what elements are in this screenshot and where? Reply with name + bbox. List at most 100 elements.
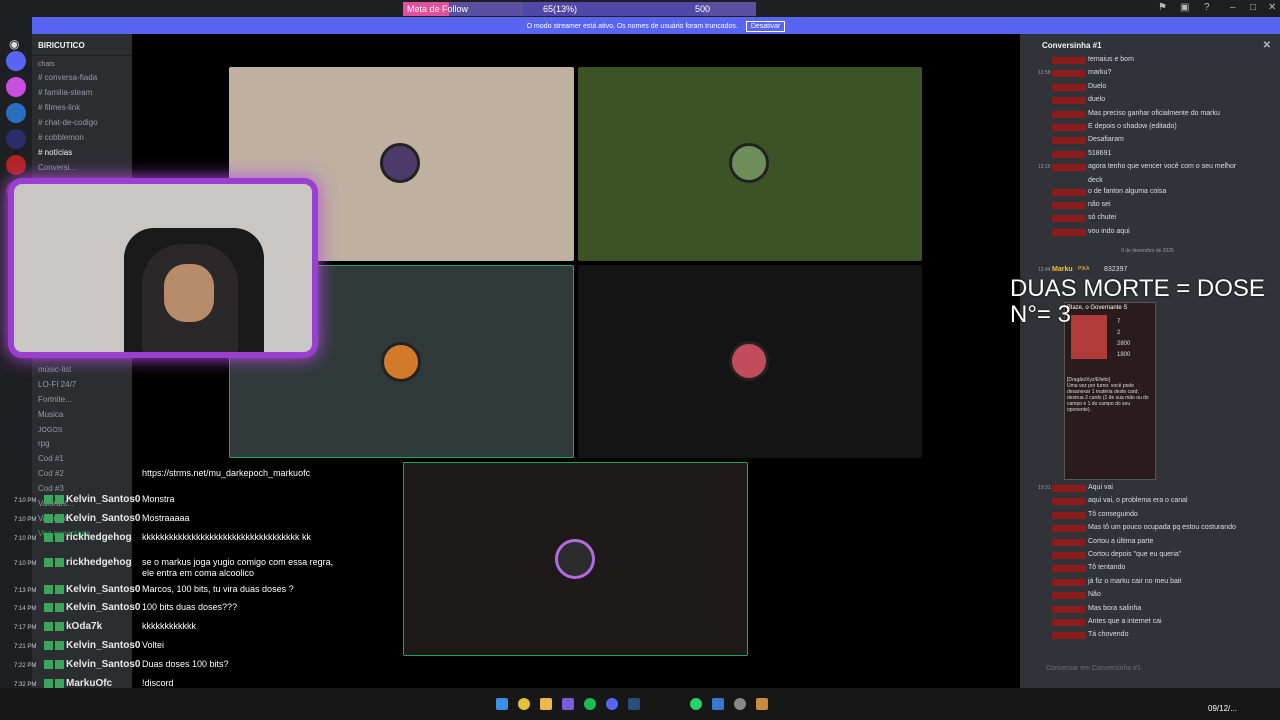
stream-chat-message: Monstra [142,494,175,504]
message-author-redacted[interactable] [1052,57,1086,64]
server-icon[interactable] [6,103,26,123]
close-chat-icon[interactable]: ✕ [1263,40,1271,51]
message-author-redacted[interactable] [1052,485,1086,492]
chat-header: Conversinha #1 ✕ [1020,34,1280,56]
message-text: Tô tentando [1088,564,1126,572]
message-text: Cortou a última parte [1088,537,1154,545]
participant-tile[interactable] [578,67,922,261]
message-text: aqui vai, o problema era o canal [1088,497,1188,505]
chat-username: kOda7k [66,621,103,632]
channel-item[interactable]: músic-list [32,362,132,377]
voice-channel-item[interactable]: Conversi... [32,160,132,175]
message-author-redacted[interactable] [1052,538,1086,546]
message-author-redacted[interactable] [1052,124,1086,131]
disable-streamer-mode-button[interactable]: Desativar [745,21,786,32]
voice-channel-item[interactable]: Musica [32,407,132,422]
app-icon[interactable] [756,698,768,710]
participant-tile[interactable] [578,265,922,458]
browser-icon[interactable] [518,698,530,710]
twitch-icon[interactable] [562,698,574,710]
card-embed[interactable]: Blaze, o Governante S 7 2 2800 1800 [Dra… [1064,302,1156,480]
card-stat: 2800 [1117,341,1131,347]
message-text: temaius e bom [1088,56,1134,63]
photos-icon[interactable] [712,698,724,710]
message-author-redacted[interactable] [1052,592,1086,600]
card-description: Uma vez por turno: você pode desanexar 1… [1067,383,1149,413]
message-author-redacted[interactable] [1052,97,1086,105]
spotify-icon[interactable] [584,698,596,710]
message-author-redacted[interactable] [1052,525,1086,533]
channel-item[interactable]: # cobblemon [32,130,132,145]
stream-chat-message: se o markus joga yugio comigo com essa r… [142,557,334,578]
inbox-icon[interactable]: ▣ [1180,2,1189,13]
message-author-redacted[interactable] [1052,164,1086,172]
message-time: 13:15 [1038,164,1051,171]
avatar [729,341,769,381]
message-author-redacted[interactable] [1052,552,1086,559]
stream-chat-line: 7:10 PM rickhedgehog [0,557,132,568]
channel-item[interactable]: # familia-steam [32,85,132,100]
chat-time: 7:22 PM [14,663,37,669]
message-author-redacted[interactable] [1052,110,1086,118]
chat-message: o de fanton alguma coisa [1020,188,1275,201]
taskbar-date: 09/12/... [1208,704,1237,713]
message-author-redacted[interactable] [1052,70,1086,78]
whatsapp-icon[interactable] [690,698,702,710]
chat-message: duelo [1020,96,1275,109]
discord-logo-icon[interactable]: ◉ [9,37,19,51]
close-icon[interactable]: ✕ [1268,2,1276,13]
voice-channel-item[interactable]: Fortnite... [32,392,132,407]
help-icon[interactable]: ? [1204,2,1210,13]
message-author-redacted[interactable] [1052,188,1086,196]
server-name[interactable]: BIRICUTICO [32,34,132,56]
category-jogos[interactable]: JOGOS [32,422,132,436]
message-author-redacted[interactable] [1052,498,1086,506]
channel-item[interactable]: # chat-de-codigo [32,115,132,130]
pin-icon[interactable]: ⚑ [1158,2,1167,13]
channel-item[interactable]: # conversa-fiada [32,70,132,85]
chat-title: Conversinha #1 [1042,41,1102,50]
discord-icon[interactable] [606,698,618,710]
server-icon[interactable] [6,51,26,71]
message-author-redacted[interactable] [1052,202,1086,209]
channel-item[interactable]: rpg [32,436,132,451]
minimize-icon[interactable]: – [1230,2,1236,13]
channel-item-noticias[interactable]: # notícias [32,145,132,160]
message-author-redacted[interactable] [1052,511,1086,519]
chat-input[interactable]: Conversar em Conversinha #1 [1032,660,1268,680]
category-chats[interactable]: chats [32,56,132,70]
message-text: Tá chovendo [1088,631,1129,639]
server-icon[interactable] [6,77,26,97]
app-root: Meta de Follow 65(13%) 500 ⚑ ▣ ? – □ ✕ O… [0,0,1280,720]
settings-icon[interactable] [734,698,746,710]
chat-message: Mas tô um pouco ocupada pq estou costura… [1020,524,1275,537]
message-author-redacted[interactable] [1052,137,1086,145]
message-author-redacted[interactable] [1052,619,1086,626]
message-author-redacted[interactable] [1052,578,1086,586]
chat-message: só chutei [1020,214,1275,227]
server-icon[interactable] [6,155,26,175]
stream-chat-message: 100 bits duas doses??? [142,602,238,612]
chat-message: vou indo aqui [1020,228,1275,241]
start-icon[interactable] [496,698,508,710]
badge-icon [55,557,64,567]
overlay-line-2: N°= 3 [1010,301,1071,328]
message-author-redacted[interactable] [1052,215,1086,223]
message-author-redacted[interactable] [1052,565,1086,573]
voice-channel-item[interactable]: LO-FI 24/7 [32,377,132,392]
message-author-redacted[interactable] [1052,228,1086,236]
steam-icon[interactable] [628,698,640,710]
message-author-redacted[interactable] [1052,632,1086,640]
stream-chat-message: Mostraaaaa [142,513,190,523]
message-author-redacted[interactable] [1052,605,1086,613]
folder-icon[interactable] [540,698,552,710]
chat-message: não sei [1020,201,1275,214]
maximize-icon[interactable]: □ [1250,2,1256,13]
message-author-redacted[interactable] [1052,150,1086,158]
message-author-redacted[interactable] [1052,83,1086,91]
webcam-face [164,264,214,322]
server-icon[interactable] [6,129,26,149]
channel-item[interactable]: # filmes-link [32,100,132,115]
participant-tile[interactable] [403,462,748,656]
message-author[interactable]: Marku [1052,266,1073,273]
